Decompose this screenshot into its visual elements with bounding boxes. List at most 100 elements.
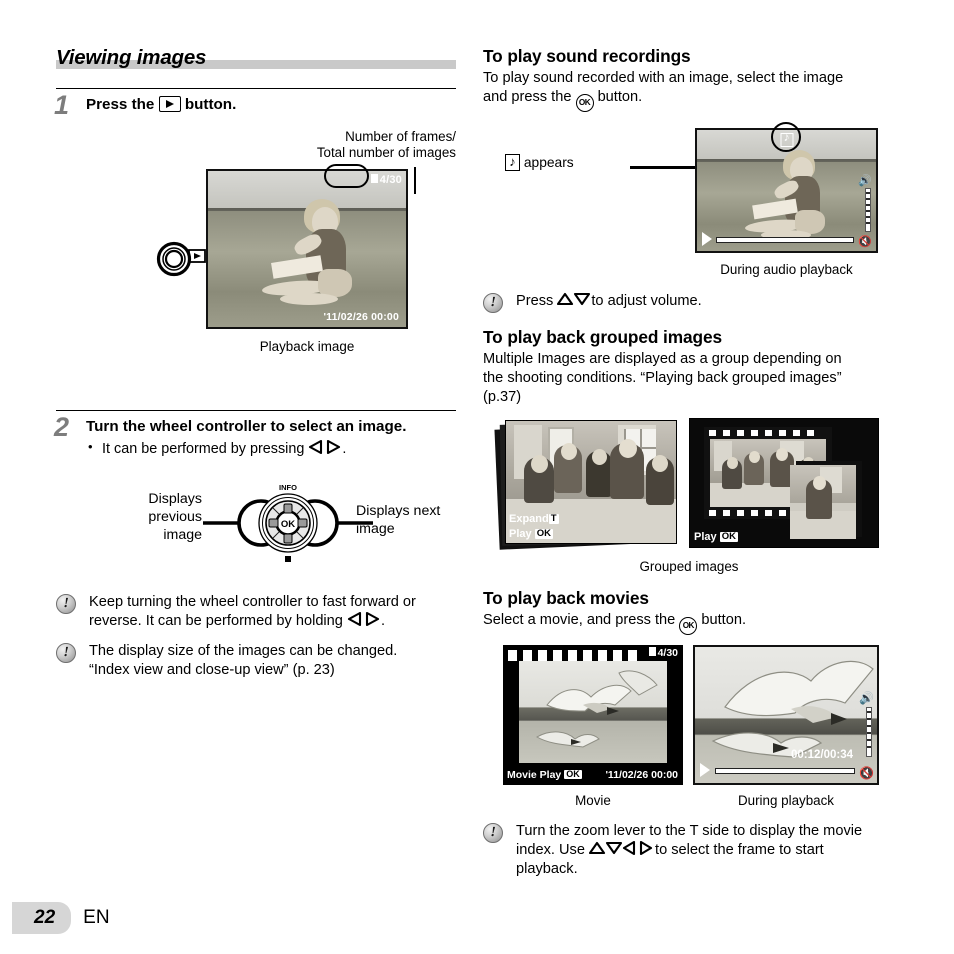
step-2-heading: Turn the wheel controller to select an i… [86, 417, 407, 435]
note-display-size-line1: The display size of the images can be ch… [89, 643, 398, 660]
movie-playback-caption: During playback [737, 792, 835, 808]
grouped-body-line2: the shooting conditions. “Playing back g… [483, 370, 842, 387]
frames-callout-leader-line [413, 166, 416, 194]
page-footer: 22 EN [12, 902, 110, 934]
sound-body-line1: To play sound recorded with an image, se… [483, 70, 844, 86]
sound-body-line2-before: and press the [483, 89, 572, 106]
caution-icon [56, 593, 76, 614]
frame-counter-highlight-circle [324, 163, 369, 188]
movies-body-before: Select a movie, and press the [483, 611, 676, 628]
volume-bar [865, 188, 871, 233]
step-2: 2 Turn the wheel controller to select an… [54, 413, 456, 459]
volume-mute-icon: 🔇 [859, 765, 874, 780]
step-2-number: 2 [54, 411, 70, 442]
up-down-arrow-icons [557, 292, 591, 306]
audio-playback-figure: appears ♪ [483, 120, 895, 300]
play-indicator-icon [700, 762, 710, 777]
seagull-illustration [535, 669, 658, 748]
note-zoom-lever: Turn the zoom lever to the T side to dis… [483, 822, 895, 879]
heading-play-back-movies: To play back movies [483, 587, 649, 608]
note-display-size-line2: “Index view and close-up view” (p. 23) [89, 662, 335, 679]
step-2-bullet-text: It can be performed by pressing [102, 441, 305, 458]
note-fast-forward-line1: Keep turning the wheel controller to fas… [89, 593, 416, 610]
step-1-text-after: button. [184, 96, 237, 113]
sound-icon-callout-text: appears [523, 155, 574, 171]
sound-icon-callout: appears [505, 153, 574, 172]
body-play-sound-recordings: To play sound recorded with an image, se… [483, 69, 895, 113]
step-2-bullet-period: . [342, 441, 347, 458]
playback-button-icon [158, 96, 181, 112]
volume-bar [866, 706, 872, 757]
movie-screenshot: 4/30 Movie Play OK '11/02/26 00:00 [503, 644, 683, 785]
heading-play-sound-recordings: To play sound recordings [483, 46, 691, 66]
frame-counter-badge: 4/30 [370, 173, 402, 186]
caution-icon [56, 643, 76, 664]
movie-caption: Movie [575, 792, 611, 808]
step-1: 1 Press the button. [54, 92, 456, 119]
left-right-arrow-icons [308, 440, 342, 455]
photo-subject-girl [260, 197, 380, 315]
note-fast-forward: Keep turning the wheel controller to fas… [56, 593, 456, 631]
playback-screenshot: 4/30 '11/02/26 00:00 [206, 168, 408, 329]
step-2-bullet: It can be performed by pressing . [86, 439, 456, 459]
svg-text:INFO: INFO [279, 483, 297, 492]
note-fast-forward-line2: reverse. It can be performed by holding [89, 612, 343, 629]
movie-frame-counter: 4/30 [648, 646, 678, 659]
section-title-block: Viewing images [56, 46, 456, 72]
grouped-photo-front: Expand T Play OK [505, 419, 677, 544]
movie-timestamp: '11/02/26 00:00 [605, 768, 678, 781]
heading-grouped-images: To play back grouped images [483, 327, 722, 348]
note-zoom-line1: Turn the zoom lever to the T side to dis… [516, 822, 863, 839]
note-display-size: The display size of the images can be ch… [56, 642, 456, 680]
volume-up-icon: 🔊 [859, 690, 874, 705]
stack-thumb-front [790, 464, 856, 539]
playback-image-caption: Playback image [259, 338, 355, 354]
grouped-screenshot-left: Expand T Play OK [494, 418, 679, 550]
step-1-text-before: Press the [86, 96, 155, 113]
step-1-number: 1 [54, 90, 70, 120]
seagull-illustration-large [711, 660, 874, 758]
four-direction-arrow-icons [589, 840, 655, 855]
step-1-heading: Press the button. [86, 96, 456, 115]
frames-callout-line2: Total number of images [316, 145, 456, 161]
ok-button-icon: OK [575, 94, 594, 113]
audio-progress-bar [716, 237, 854, 244]
ok-button-icon: OK [679, 616, 698, 635]
sound-body-line2-after: button. [597, 89, 643, 106]
frames-callout-line1: Number of frames/ [345, 128, 456, 144]
note-zoom-line3: playback. [516, 860, 578, 877]
note-volume-before: Press [516, 293, 554, 310]
movie-playback-screenshot: 🔊 🔇 00:12/00:34 [693, 644, 879, 785]
wheel-label-previous: Displays previous image [148, 490, 202, 543]
movie-play-osd: Movie Play OK [507, 768, 582, 781]
playback-timestamp: '11/02/26 00:00 [323, 310, 399, 323]
wheel-controller-figure: Displays previous image Displays next im… [56, 475, 456, 567]
movie-frame-content [519, 660, 667, 763]
wheel-controller-icon: OK INFO [203, 483, 373, 562]
grouped-images-figure: Expand T Play OK Play OK Grouped images [483, 417, 895, 578]
music-note-icon [505, 153, 520, 172]
grouped-left-play-osd: Play OK [509, 527, 553, 540]
left-column: Viewing images 1 Press the button. Numbe… [54, 46, 456, 680]
grouped-left-expand-osd: Expand T [509, 512, 559, 525]
note-volume-after: to adjust volume. [591, 293, 702, 310]
body-grouped-images: Multiple Images are displayed as a group… [483, 350, 895, 407]
volume-mute-icon: 🔇 [858, 236, 872, 249]
photo-subject-girl [743, 148, 853, 244]
note-zoom-line2-after: to select the frame to start [655, 841, 824, 858]
note-adjust-volume: Press to adjust volume. [483, 292, 895, 314]
page-number: 22 [12, 902, 72, 934]
grouped-images-caption: Grouped images [639, 558, 739, 574]
step-divider-2 [56, 409, 456, 411]
page-language: EN [83, 907, 110, 928]
note-fast-forward-period: . [380, 612, 386, 629]
audio-indicator-highlight-circle [771, 122, 801, 153]
movies-body-after: button. [701, 611, 747, 628]
left-right-arrow-icons [347, 611, 381, 626]
step-divider-1 [56, 88, 456, 89]
playback-figure: Number of frames/ Total number of images [56, 129, 456, 394]
manual-page: Viewing images 1 Press the button. Numbe… [0, 0, 954, 954]
audio-playback-caption: During audio playback [720, 262, 853, 278]
grouped-body-line3: (p.37) [483, 389, 522, 406]
caution-icon [483, 293, 503, 314]
